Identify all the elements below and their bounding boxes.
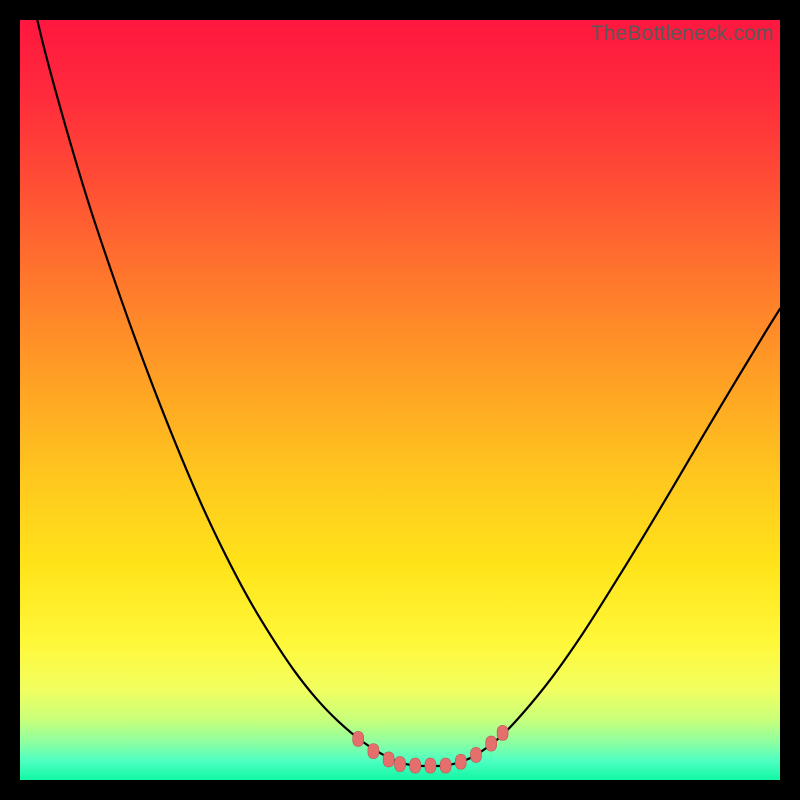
curve-marker	[497, 725, 508, 740]
curve-layer	[20, 20, 780, 780]
curve-marker	[486, 736, 497, 751]
chart-frame: TheBottleneck.com	[0, 0, 800, 800]
curve-marker	[368, 744, 379, 759]
plot-area: TheBottleneck.com	[20, 20, 780, 780]
curve-marker	[455, 754, 466, 769]
curve-marker	[410, 758, 421, 773]
curve-marker	[425, 758, 436, 773]
curve-marker	[471, 747, 482, 762]
curve-marker	[353, 731, 364, 746]
watermark-text: TheBottleneck.com	[591, 22, 774, 46]
curve-marker	[440, 758, 451, 773]
bottleneck-curve	[20, 20, 780, 766]
curve-marker	[383, 752, 394, 767]
curve-marker	[395, 757, 406, 772]
